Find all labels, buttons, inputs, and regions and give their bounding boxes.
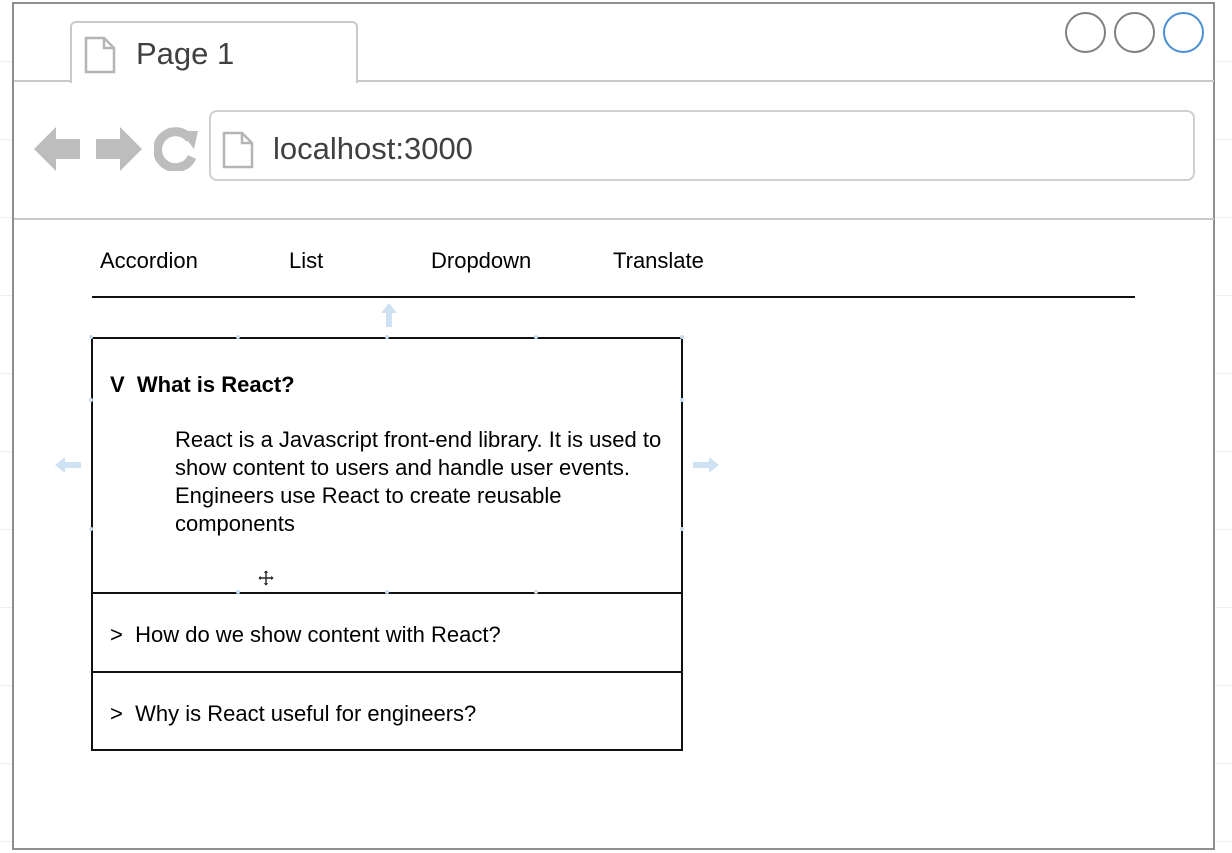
selection-handle[interactable] — [385, 335, 389, 339]
nav-link-accordion[interactable]: Accordion — [100, 248, 198, 274]
page-icon — [84, 36, 116, 74]
selection-handle[interactable] — [89, 527, 93, 531]
chevron-right-icon: > — [110, 622, 123, 647]
toolbar-divider — [14, 218, 1214, 220]
address-url[interactable]: localhost:3000 — [273, 131, 473, 167]
selection-handle[interactable] — [680, 527, 684, 531]
arrow-right-icon[interactable] — [693, 457, 719, 473]
window-control-circle-icon[interactable] — [1065, 12, 1106, 53]
nav-link-list[interactable]: List — [289, 248, 323, 274]
selection-handle[interactable] — [236, 335, 240, 339]
accordion-content: React is a Javascript front-end library.… — [175, 426, 685, 538]
window-control-circle-icon[interactable] — [1114, 12, 1155, 53]
selection-handle[interactable] — [236, 590, 240, 594]
arrow-left-icon[interactable] — [55, 457, 81, 473]
nav-link-dropdown[interactable]: Dropdown — [431, 248, 531, 274]
nav-underline — [92, 296, 1135, 298]
selection-handle[interactable] — [534, 335, 538, 339]
move-cursor-icon — [258, 570, 274, 586]
page-icon — [222, 131, 254, 169]
selection-handle[interactable] — [680, 335, 684, 339]
nav-link-translate[interactable]: Translate — [613, 248, 704, 274]
accordion — [91, 337, 683, 751]
window-control-circle-icon[interactable] — [1163, 12, 1204, 53]
selection-handle[interactable] — [534, 590, 538, 594]
accordion-content-paragraph: React is a Javascript front-end library.… — [175, 427, 662, 480]
chevron-down-icon: V — [110, 372, 125, 397]
accordion-divider — [91, 671, 683, 673]
arrow-right-icon[interactable] — [94, 127, 142, 171]
accordion-title: What is React? — [136, 372, 295, 397]
selection-handle[interactable] — [89, 335, 93, 339]
accordion-item[interactable]: > Why is React useful for engineers? — [110, 701, 476, 727]
accordion-item[interactable]: > How do we show content with React? — [110, 622, 501, 648]
chevron-right-icon: > — [110, 701, 123, 726]
arrow-up-icon[interactable] — [381, 303, 397, 327]
accordion-item-title-active[interactable]: V What is React? — [110, 372, 295, 398]
accordion-title: Why is React useful for engineers? — [135, 701, 477, 726]
tab-title: Page 1 — [136, 36, 235, 71]
selection-handle[interactable] — [385, 590, 389, 594]
arrow-left-icon[interactable] — [34, 127, 82, 171]
selection-handle[interactable] — [89, 398, 93, 402]
selection-handle[interactable] — [680, 398, 684, 402]
accordion-title: How do we show content with React? — [135, 622, 501, 647]
accordion-content-paragraph: Engineers use React to create reusable c… — [175, 483, 562, 536]
refresh-icon[interactable] — [154, 127, 198, 171]
